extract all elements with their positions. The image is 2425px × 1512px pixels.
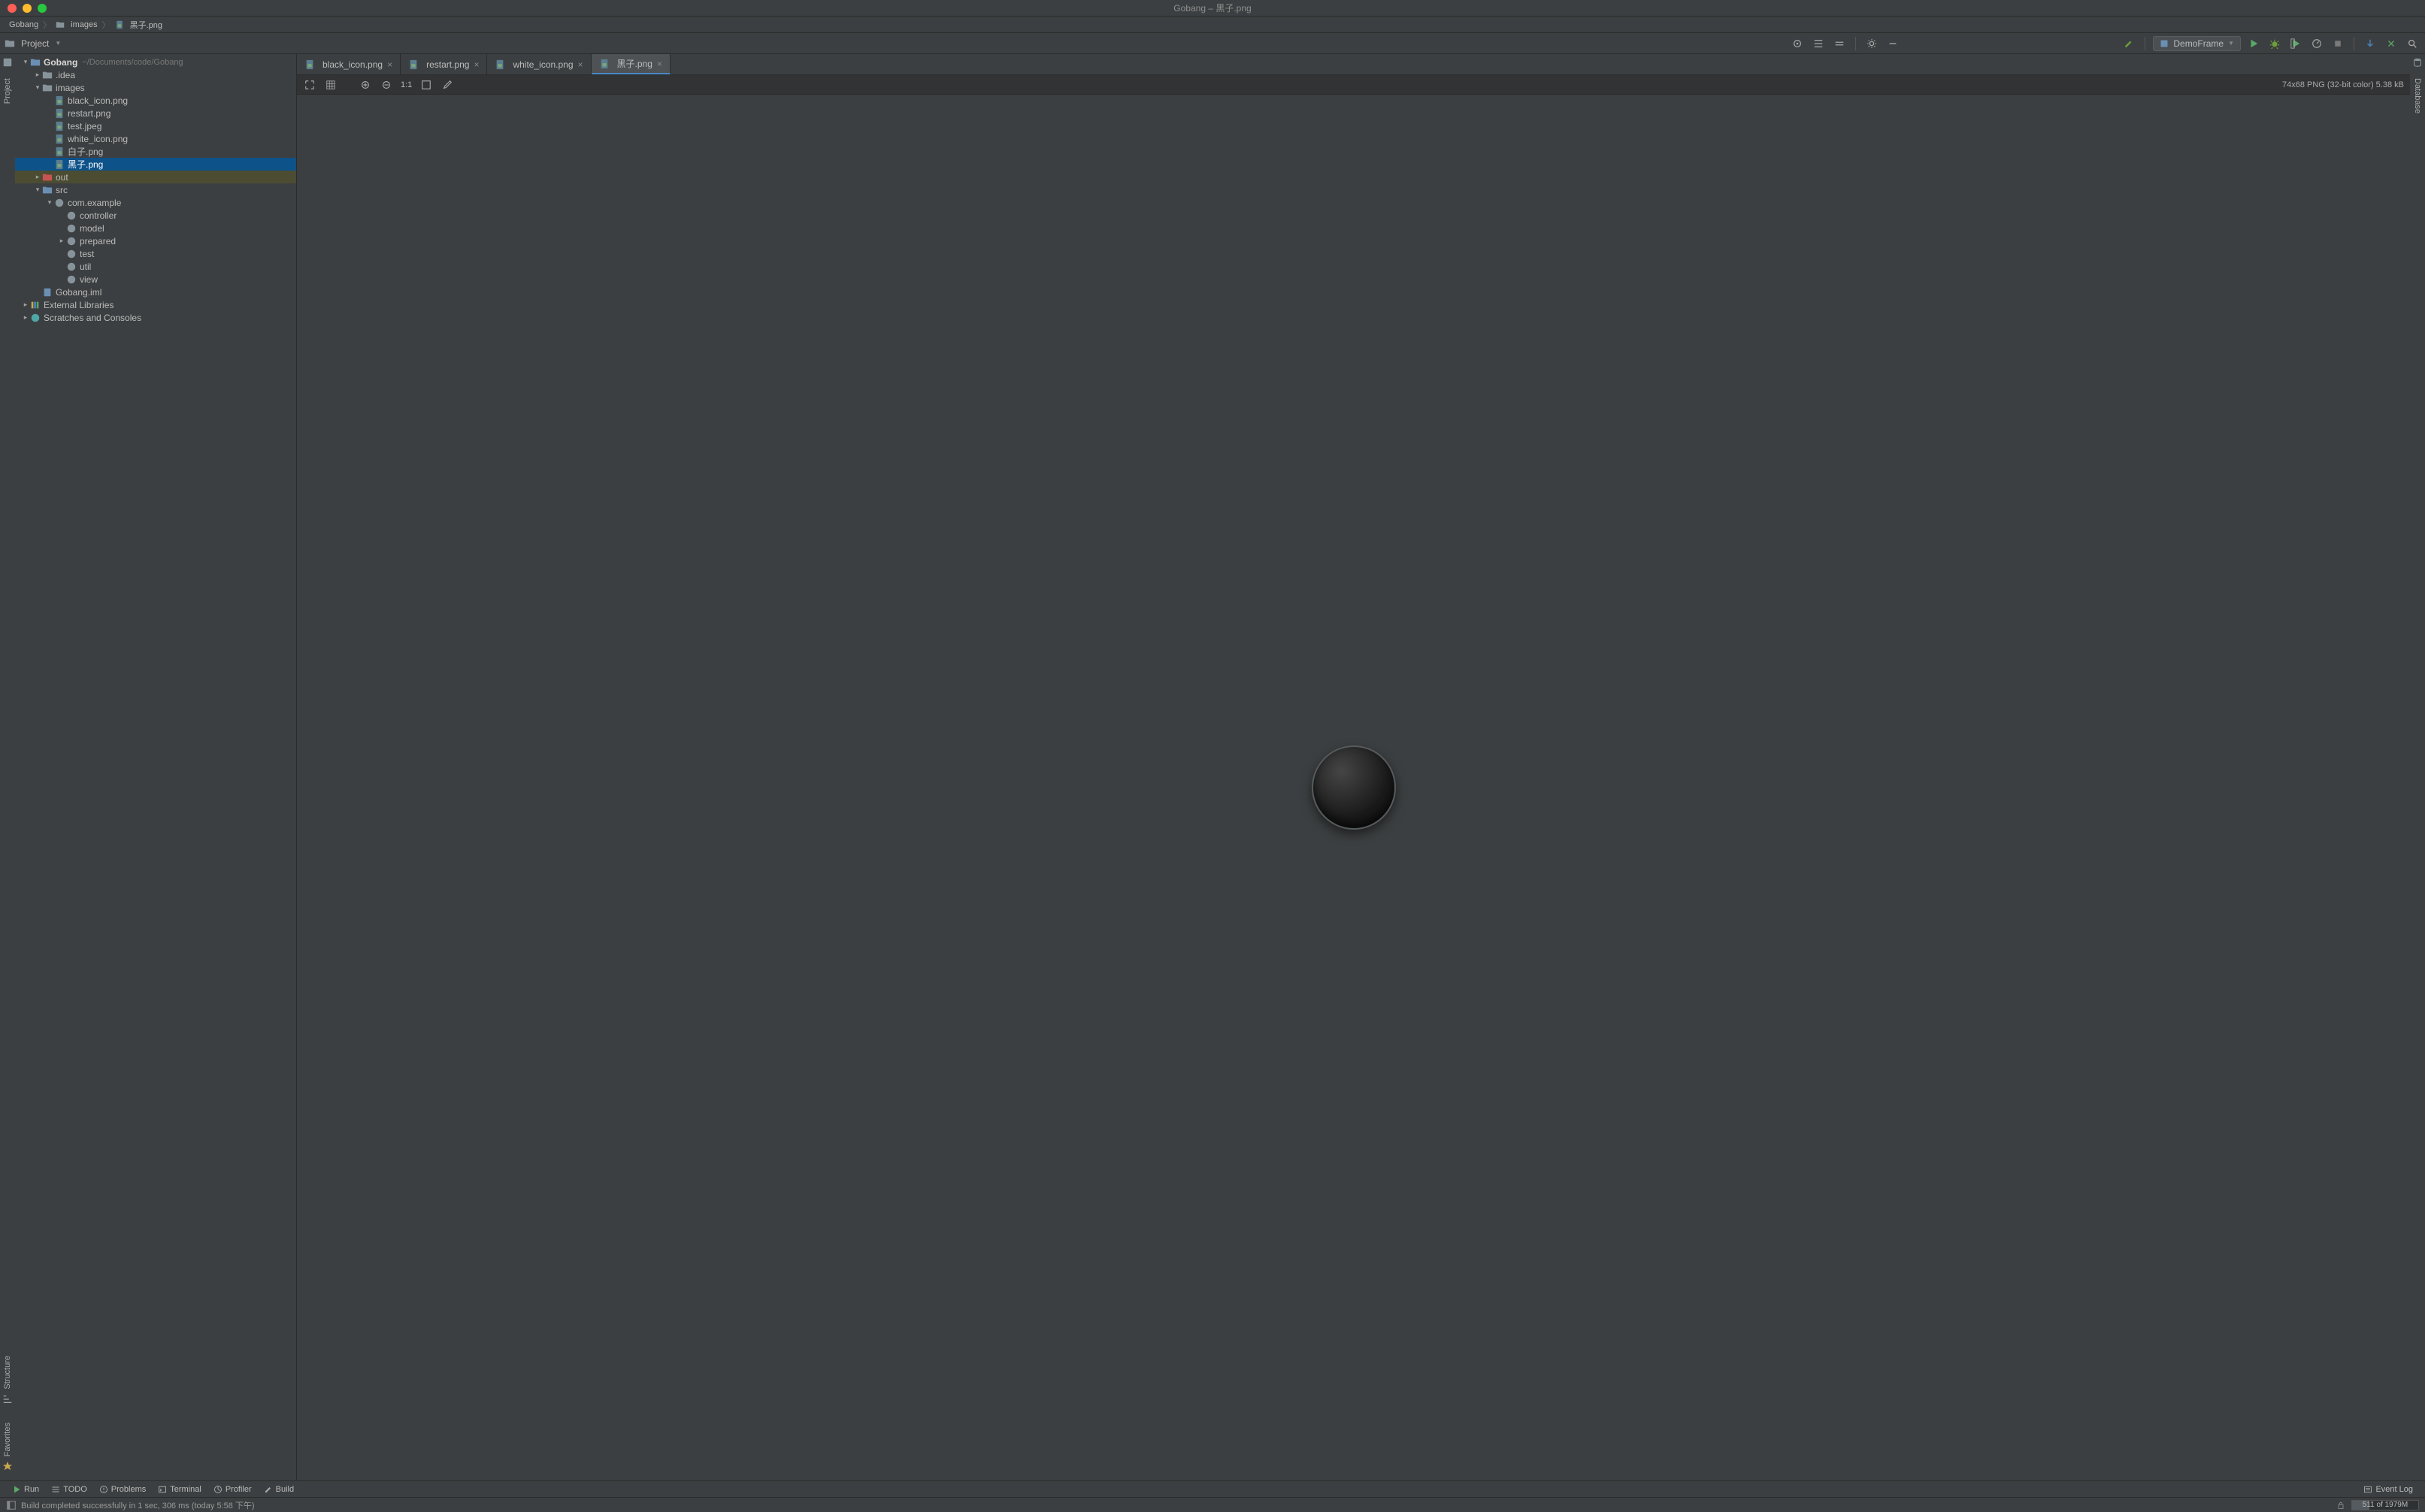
fit-zoom-icon[interactable]: [303, 78, 316, 92]
coverage-icon[interactable]: [2287, 35, 2304, 52]
hide-panel-icon[interactable]: [1885, 35, 1901, 52]
build-hammer-icon[interactable]: [2121, 35, 2137, 52]
breadcrumb-bar: Gobang 〉 images 〉 黑子.png: [0, 17, 2425, 33]
stop-button-icon[interactable]: [2330, 35, 2346, 52]
minimize-window-button[interactable]: [23, 4, 32, 13]
project-tool-tab[interactable]: Project: [2, 57, 13, 108]
project-tree-panel: ▾ Gobang ~/Documents/code/Gobang ▸ .idea…: [15, 54, 297, 1480]
tab-heizi[interactable]: 黑子.png×: [592, 54, 671, 74]
tree-package-controller[interactable]: controller: [15, 209, 296, 222]
breadcrumb-root[interactable]: Gobang: [6, 20, 41, 29]
image-info-label: 74x68 PNG (32-bit color) 5.38 kB: [2282, 80, 2404, 89]
breadcrumb-separator: 〉: [43, 19, 51, 31]
todo-tool-tab[interactable]: TODO: [45, 1485, 93, 1494]
image-canvas[interactable]: [297, 95, 2410, 1480]
maximize-window-button[interactable]: [38, 4, 47, 13]
project-tree[interactable]: ▾ Gobang ~/Documents/code/Gobang ▸ .idea…: [15, 54, 296, 324]
tree-folder-out[interactable]: ▸ out: [15, 171, 296, 183]
event-log-tab[interactable]: Event Log: [2357, 1485, 2419, 1494]
profiler-icon[interactable]: [2308, 35, 2325, 52]
breadcrumb-folder[interactable]: images: [53, 20, 100, 29]
close-tab-icon[interactable]: ×: [474, 59, 479, 70]
profiler-tool-tab[interactable]: Profiler: [207, 1485, 258, 1494]
separator: [1855, 37, 1856, 50]
run-config-dropdown[interactable]: DemoFrame ▼: [2153, 36, 2241, 51]
editor-tabs: black_icon.png× restart.png× white_icon.…: [297, 54, 2410, 75]
left-tool-strip: Project Structure Favorites: [0, 54, 15, 1480]
tab-restart[interactable]: restart.png×: [401, 54, 487, 74]
right-tool-strip: Database: [2410, 54, 2425, 1480]
expand-all-icon[interactable]: [1810, 35, 1827, 52]
build-tool-tab[interactable]: Build: [258, 1485, 300, 1494]
tree-package-model[interactable]: model: [15, 222, 296, 234]
window-controls: [0, 4, 47, 13]
workbench: Project Structure Favorites ▾ Gobang ~/D…: [0, 54, 2425, 1480]
tree-file-iml[interactable]: Gobang.iml: [15, 286, 296, 298]
vcs-commit-icon[interactable]: [2383, 35, 2399, 52]
color-picker-icon[interactable]: [440, 78, 454, 92]
tree-scratches[interactable]: ▸ Scratches and Consoles: [15, 311, 296, 324]
tree-external-libraries[interactable]: ▸ External Libraries: [15, 298, 296, 311]
collapse-all-icon[interactable]: [1831, 35, 1848, 52]
search-everywhere-icon[interactable]: [2404, 35, 2420, 52]
vcs-update-icon[interactable]: [2362, 35, 2378, 52]
tree-package-prepared[interactable]: ▸ prepared: [15, 234, 296, 247]
tree-root[interactable]: ▾ Gobang ~/Documents/code/Gobang: [15, 56, 296, 68]
tab-black-icon[interactable]: black_icon.png×: [297, 54, 401, 74]
preview-image-black-piece: [1312, 745, 1396, 830]
favorites-tool-tab[interactable]: Favorites: [2, 1415, 13, 1474]
close-tab-icon[interactable]: ×: [578, 59, 583, 70]
project-view-dropdown[interactable]: Project ▼: [5, 38, 61, 49]
breadcrumb-file[interactable]: 黑子.png: [112, 19, 165, 31]
select-opened-file-icon[interactable]: [1789, 35, 1806, 52]
lock-icon[interactable]: [2336, 1501, 2345, 1510]
tree-file-restart[interactable]: restart.png: [15, 107, 296, 119]
debug-button-icon[interactable]: [2266, 35, 2283, 52]
tree-file-test-jpeg[interactable]: test.jpeg: [15, 119, 296, 132]
editor-area: black_icon.png× restart.png× white_icon.…: [297, 54, 2410, 1480]
zoom-out-icon[interactable]: [380, 78, 393, 92]
main-toolbar: Project ▼ DemoFrame ▼: [0, 33, 2425, 54]
tree-folder-images[interactable]: ▾ images: [15, 81, 296, 94]
tree-folder-src[interactable]: ▾ src: [15, 183, 296, 196]
tree-package-test[interactable]: test: [15, 247, 296, 260]
tree-package-view[interactable]: view: [15, 273, 296, 286]
grid-icon[interactable]: [324, 78, 338, 92]
bottom-tool-strip: Run TODO Problems Terminal Profiler Buil…: [0, 1480, 2425, 1497]
tree-file-baizi[interactable]: 白子.png: [15, 145, 296, 158]
tree-folder-idea[interactable]: ▸ .idea: [15, 68, 296, 81]
background-toggle-icon[interactable]: [419, 78, 433, 92]
settings-gear-icon[interactable]: [1863, 35, 1880, 52]
tree-file-white-icon[interactable]: white_icon.png: [15, 132, 296, 145]
memory-indicator[interactable]: 511 of 1979M: [2351, 1500, 2419, 1510]
zoom-in-icon[interactable]: [359, 78, 372, 92]
tree-file-black-icon[interactable]: black_icon.png: [15, 94, 296, 107]
breadcrumb-separator: 〉: [102, 19, 111, 31]
image-viewer-toolbar: 1:1 74x68 PNG (32-bit color) 5.38 kB: [297, 75, 2410, 95]
close-window-button[interactable]: [8, 4, 17, 13]
tool-windows-icon[interactable]: [6, 1500, 17, 1510]
window-title: Gobang – 黑子.png: [1173, 2, 1251, 14]
database-tool-tab[interactable]: Database: [2412, 57, 2423, 118]
problems-tool-tab[interactable]: Problems: [93, 1485, 152, 1494]
tree-package-com-example[interactable]: ▾ com.example: [15, 196, 296, 209]
tab-white-icon[interactable]: white_icon.png×: [487, 54, 591, 74]
run-tool-tab[interactable]: Run: [6, 1485, 45, 1494]
actual-size-button[interactable]: 1:1: [401, 78, 412, 92]
close-tab-icon[interactable]: ×: [657, 59, 662, 69]
title-bar: Gobang – 黑子.png: [0, 0, 2425, 17]
run-button-icon[interactable]: [2245, 35, 2262, 52]
status-message: Build completed successfully in 1 sec, 3…: [21, 1499, 255, 1511]
structure-tool-tab[interactable]: Structure: [2, 1348, 13, 1408]
tree-package-util[interactable]: util: [15, 260, 296, 273]
close-tab-icon[interactable]: ×: [387, 59, 392, 70]
tree-file-heizi[interactable]: 黑子.png: [15, 158, 296, 171]
terminal-tool-tab[interactable]: Terminal: [152, 1485, 207, 1494]
status-bar: Build completed successfully in 1 sec, 3…: [0, 1497, 2425, 1512]
